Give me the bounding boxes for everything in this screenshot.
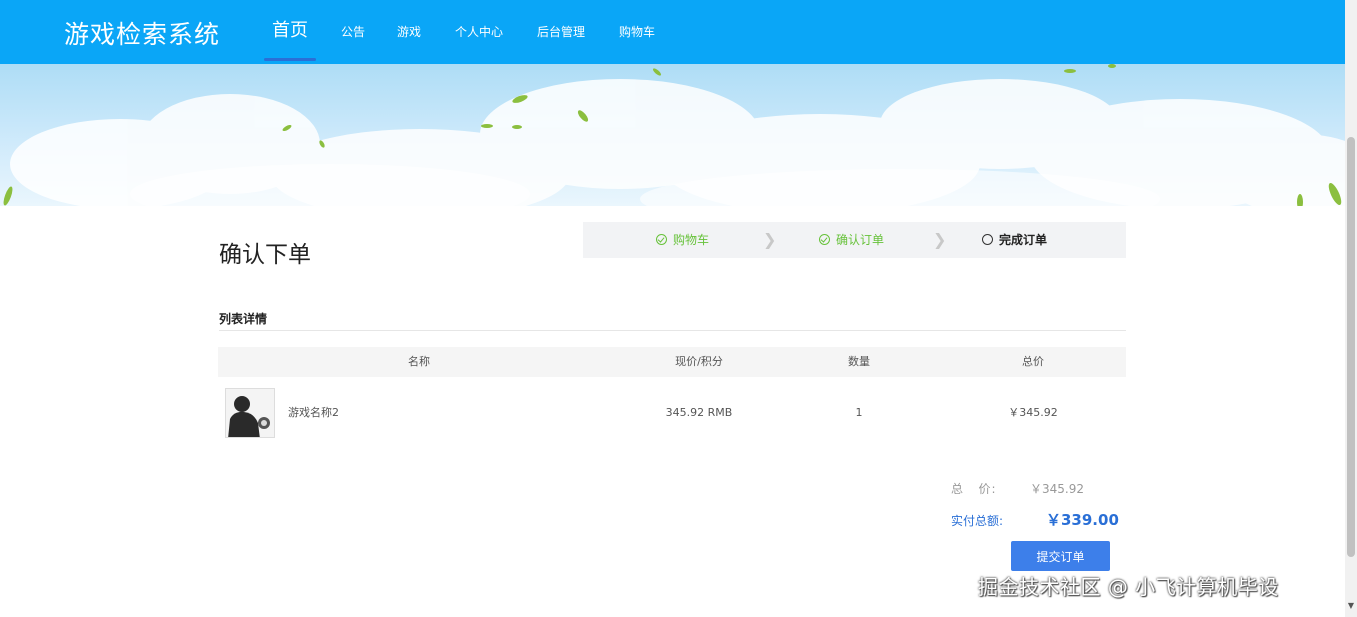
step-cart: 购物车 [656,222,709,258]
cloud-illustration [3,64,1345,206]
scrollbar-thumb[interactable] [1347,137,1355,557]
scroll-down-arrow-icon[interactable]: ▼ [1345,600,1357,612]
column-header-name: 名称 [408,355,430,368]
game-name: 游戏名称2 [288,406,339,419]
nav-active-indicator [264,58,316,61]
sky-banner [0,64,1345,206]
table-row: 游戏名称2 345.92 RMB 1 ￥345.92 [218,378,1126,448]
step-confirm-order: 确认订单 [819,222,884,258]
column-header-total: 总价 [1022,355,1044,368]
nav-item-cart[interactable]: 购物车 [619,0,655,64]
cell-total: ￥345.92 [1008,406,1058,419]
nav-item-notices[interactable]: 公告 [341,0,365,64]
check-circle-icon [656,234,667,245]
cell-quantity: 1 [855,406,863,419]
chevron-right-icon: ❯ [933,230,947,249]
column-header-quantity: 数量 [848,355,870,368]
step-label: 购物车 [673,233,710,247]
amount-payable-label: 实付总额: [951,514,1004,528]
game-thumbnail[interactable] [225,388,275,438]
person-silhouette-icon [226,389,274,437]
nav-item-games[interactable]: 游戏 [397,0,421,64]
page-scrollbar[interactable]: ▼ [1345,0,1357,617]
section-divider [219,330,1126,331]
circle-icon [982,234,993,245]
site-title[interactable]: 游戏检索系统 [64,15,220,51]
amount-payable-value: ￥339.00 [1046,511,1119,529]
cell-price: 345.92 RMB [665,406,733,419]
step-label: 完成订单 [999,233,1048,247]
order-steps: 购物车 ❯ 确认订单 ❯ 完成订单 [583,222,1126,258]
watermark-text: 掘金技术社区 @ 小飞计算机毕设 [978,575,1279,599]
step-label: 确认订单 [836,233,885,247]
check-circle-icon [819,234,830,245]
top-navbar: 游戏检索系统 首页 公告 游戏 个人中心 后台管理 购物车 [0,0,1345,64]
section-title: 列表详情 [219,312,268,326]
table-header: 名称 现价/积分 数量 总价 [218,347,1126,377]
nav-item-home[interactable]: 首页 [272,0,308,64]
submit-order-button[interactable]: 提交订单 [1011,541,1110,571]
nav-item-admin[interactable]: 后台管理 [537,0,585,64]
chevron-right-icon: ❯ [763,230,777,249]
column-header-price: 现价/积分 [675,355,723,368]
nav-item-profile[interactable]: 个人中心 [455,0,503,64]
total-price-value: ￥345.92 [1030,482,1084,496]
total-price-label: 总 价: [951,482,997,496]
step-complete-order: 完成订单 [982,222,1047,258]
page-title: 确认下单 [219,242,311,268]
